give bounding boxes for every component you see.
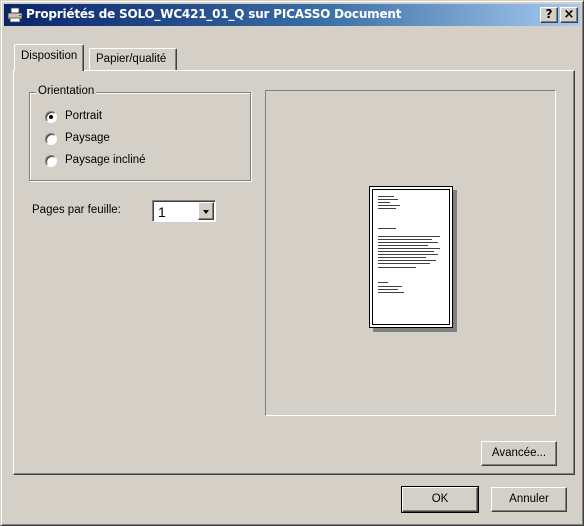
- text-line: [378, 245, 428, 246]
- help-button[interactable]: ?: [540, 7, 558, 23]
- text-line: [378, 202, 390, 203]
- text-line: [378, 289, 398, 290]
- printer-icon: [7, 7, 23, 23]
- window-title: Propriétés de SOLO_WC421_01_Q sur PICASS…: [26, 7, 402, 21]
- text-line: [378, 254, 438, 255]
- cancel-button[interactable]: Annuler: [491, 487, 567, 512]
- radio-button[interactable]: [45, 155, 57, 167]
- pages-per-sheet-label: Pages par feuille:: [32, 204, 121, 216]
- ok-button[interactable]: OK: [401, 486, 479, 513]
- orientation-groupbox: [29, 92, 251, 181]
- text-line: [378, 267, 416, 268]
- text-line: [378, 248, 440, 249]
- advanced-button[interactable]: Avancée...: [481, 441, 557, 466]
- radio-button[interactable]: [45, 133, 57, 145]
- orientation-legend: Orientation: [36, 85, 97, 97]
- text-line: [378, 199, 398, 200]
- text-line: [378, 196, 394, 197]
- radio-button[interactable]: [45, 111, 57, 123]
- text-line: [378, 286, 402, 287]
- radio-selected-dot: [49, 115, 53, 119]
- radio-label[interactable]: Paysage incliné: [65, 154, 146, 166]
- pages-per-sheet-value: 1: [158, 204, 166, 220]
- text-line: [378, 282, 388, 283]
- page-preview-icon: [369, 186, 453, 328]
- text-line: [378, 208, 396, 209]
- tab-paper-quality[interactable]: Papier/qualité: [89, 48, 177, 70]
- text-line: [378, 251, 434, 252]
- title-bar[interactable]: Propriétés de SOLO_WC421_01_Q sur PICASS…: [4, 4, 580, 26]
- page-preview-frame: [372, 189, 450, 325]
- text-line: [378, 236, 440, 237]
- text-line: [378, 242, 438, 243]
- text-line: [378, 260, 436, 261]
- text-line: [378, 239, 432, 240]
- text-line: [378, 263, 430, 264]
- radio-label[interactable]: Portrait: [65, 110, 102, 122]
- radio-label[interactable]: Paysage: [65, 132, 110, 144]
- text-line: [378, 292, 404, 293]
- text-line: [378, 205, 400, 206]
- chevron-down-icon: [203, 210, 209, 214]
- text-line: [378, 228, 396, 229]
- close-button[interactable]: ×: [560, 7, 578, 23]
- dropdown-button[interactable]: [198, 202, 214, 220]
- tab-disposition[interactable]: Disposition: [14, 44, 85, 71]
- printer-properties-dialog: Propriétés de SOLO_WC421_01_Q sur PICASS…: [0, 0, 584, 526]
- pages-per-sheet-select[interactable]: 1: [152, 200, 216, 222]
- text-line: [378, 257, 426, 258]
